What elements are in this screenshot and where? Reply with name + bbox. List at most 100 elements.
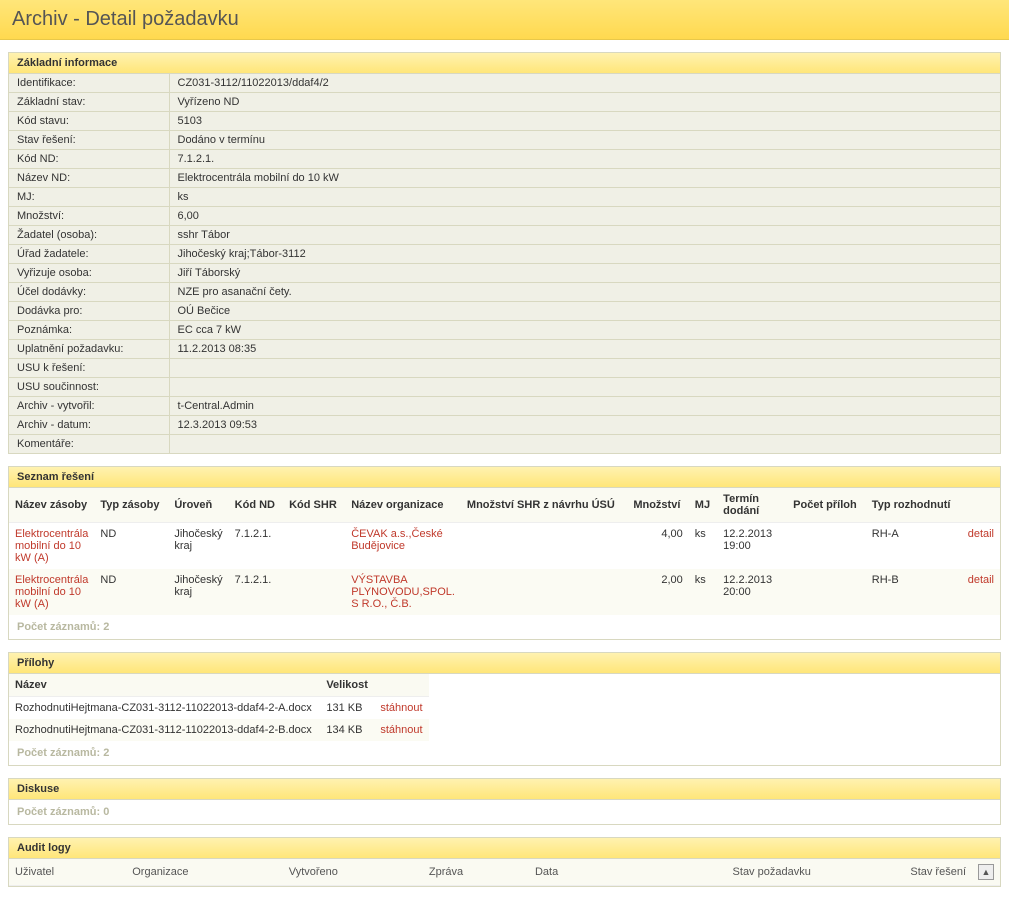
stock-type: ND [94,523,168,570]
download-link[interactable]: stáhnout [380,702,422,714]
audit-column-header[interactable]: Organizace [126,859,283,886]
page-title: Archiv - Detail požadavku [0,0,1009,40]
basic-info-value: OÚ Bečice [169,302,1000,321]
basic-info-value [169,435,1000,454]
org-link[interactable]: VÝSTAVBA PLYNOVODU,SPOL. S R.O., Č.B. [351,574,455,610]
basic-info-row: Kód stavu:5103 [9,112,1000,131]
section-discussion: Diskuse Počet záznamů: 0 [8,778,1001,825]
solutions-column-header[interactable]: Název zásoby [9,488,94,523]
basic-info-value: 7.1.2.1. [169,150,1000,169]
section-header-basic: Základní informace [9,53,1000,74]
basic-info-row: Dodávka pro:OÚ Bečice [9,302,1000,321]
basic-info-row: USU k řešení: [9,359,1000,378]
attachments-count: Počet záznamů: 2 [9,741,1000,765]
basic-info-row: Komentáře: [9,435,1000,454]
basic-info-row: Základní stav:Vyřízeno ND [9,93,1000,112]
basic-info-label: Poznámka: [9,321,169,340]
basic-info-row: Žadatel (osoba):sshr Tábor [9,226,1000,245]
basic-info-row: Stav řešení:Dodáno v termínu [9,131,1000,150]
basic-info-label: Základní stav: [9,93,169,112]
code-shr [283,569,345,615]
basic-info-label: USU k řešení: [9,359,169,378]
decision-type: RH-A [866,523,960,570]
solutions-table: Název zásobyTyp zásobyÚroveňKód NDKód SH… [9,488,1000,615]
solutions-column-header[interactable]: Typ zásoby [94,488,168,523]
basic-info-row: Vyřizuje osoba:Jiří Táborský [9,264,1000,283]
solutions-column-header[interactable]: Úroveň [168,488,228,523]
basic-info-value: Elektrocentrála mobilní do 10 kW [169,169,1000,188]
audit-column-header[interactable]: Vytvořeno [283,859,423,886]
attachment-row: RozhodnutiHejtmana-CZ031-3112-11022013-d… [9,719,429,741]
basic-info-label: Název ND: [9,169,169,188]
code-nd: 7.1.2.1. [229,569,283,615]
solutions-column-header[interactable]: Množství [627,488,688,523]
solutions-column-header[interactable] [960,488,1000,523]
stock-name-link[interactable]: Elektrocentrála mobilní do 10 kW (A) [15,528,88,564]
basic-info-label: Archiv - vytvořil: [9,397,169,416]
solutions-count: Počet záznamů: 2 [9,615,1000,639]
delivery-date: 12.2.2013 19:00 [717,523,787,570]
attachment-row: RozhodnutiHejtmana-CZ031-3112-11022013-d… [9,697,429,720]
basic-info-label: Vyřizuje osoba: [9,264,169,283]
basic-info-label: Žadatel (osoba): [9,226,169,245]
unit: ks [689,569,717,615]
attachments-column-header[interactable]: Název [9,674,320,697]
unit: ks [689,523,717,570]
section-header-solutions: Seznam řešení [9,467,1000,488]
attachments-column-header[interactable] [374,674,429,697]
audit-column-header[interactable]: Uživatel [9,859,126,886]
qty: 4,00 [627,523,688,570]
scroll-up-icon[interactable]: ▲ [978,864,994,880]
basic-info-row: Množství:6,00 [9,207,1000,226]
solutions-column-header[interactable]: Množství SHR z návrhu ÚSÚ [461,488,627,523]
download-link[interactable]: stáhnout [380,724,422,736]
basic-info-label: Kód ND: [9,150,169,169]
basic-info-value: 5103 [169,112,1000,131]
delivery-date: 12.2.2013 20:00 [717,569,787,615]
audit-column-header[interactable]: Stav požadavku [610,859,817,886]
solutions-column-header[interactable]: MJ [689,488,717,523]
solutions-column-header[interactable]: Kód SHR [283,488,345,523]
solutions-column-header[interactable]: Typ rozhodnutí [866,488,960,523]
discussion-count: Počet záznamů: 0 [9,800,1000,824]
basic-info-value: Dodáno v termínu [169,131,1000,150]
basic-info-label: USU součinnost: [9,378,169,397]
basic-info-table: Identifikace:CZ031-3112/11022013/ddaf4/2… [9,74,1000,453]
section-basic-info: Základní informace Identifikace:CZ031-31… [8,52,1001,454]
attachments-table: NázevVelikost RozhodnutiHejtmana-CZ031-3… [9,674,429,741]
audit-column-header[interactable]: Zpráva [423,859,529,886]
section-header-attachments: Přílohy [9,653,1000,674]
section-solutions: Seznam řešení Název zásobyTyp zásobyÚrov… [8,466,1001,640]
org-link[interactable]: ČEVAK a.s.,České Budějovice [351,528,443,552]
basic-info-value [169,378,1000,397]
basic-info-row: Archiv - vytvořil:t-Central.Admin [9,397,1000,416]
audit-column-header[interactable]: Stav řešení [817,859,972,886]
qty-shr [461,569,627,615]
basic-info-value: NZE pro asanační čety. [169,283,1000,302]
basic-info-row: Název ND:Elektrocentrála mobilní do 10 k… [9,169,1000,188]
basic-info-row: Archiv - datum:12.3.2013 09:53 [9,416,1000,435]
basic-info-value: CZ031-3112/11022013/ddaf4/2 [169,74,1000,93]
basic-info-label: Kód stavu: [9,112,169,131]
solutions-column-header[interactable]: Termín dodání [717,488,787,523]
solutions-column-header[interactable]: Název organizace [345,488,461,523]
basic-info-value: Jiří Táborský [169,264,1000,283]
basic-info-row: MJ:ks [9,188,1000,207]
basic-info-label: Účel dodávky: [9,283,169,302]
basic-info-row: USU součinnost: [9,378,1000,397]
detail-link[interactable]: detail [968,528,994,540]
stock-name-link[interactable]: Elektrocentrála mobilní do 10 kW (A) [15,574,88,610]
level: Jihočeský kraj [168,569,228,615]
audit-column-header[interactable]: Data [529,859,610,886]
basic-info-value: t-Central.Admin [169,397,1000,416]
solutions-column-header[interactable]: Kód ND [229,488,283,523]
stock-type: ND [94,569,168,615]
basic-info-label: Dodávka pro: [9,302,169,321]
basic-info-label: Identifikace: [9,74,169,93]
detail-link[interactable]: detail [968,574,994,586]
qty: 2,00 [627,569,688,615]
solutions-column-header[interactable]: Počet příloh [787,488,866,523]
basic-info-row: Kód ND:7.1.2.1. [9,150,1000,169]
attachments-column-header[interactable]: Velikost [320,674,374,697]
basic-info-value: 6,00 [169,207,1000,226]
